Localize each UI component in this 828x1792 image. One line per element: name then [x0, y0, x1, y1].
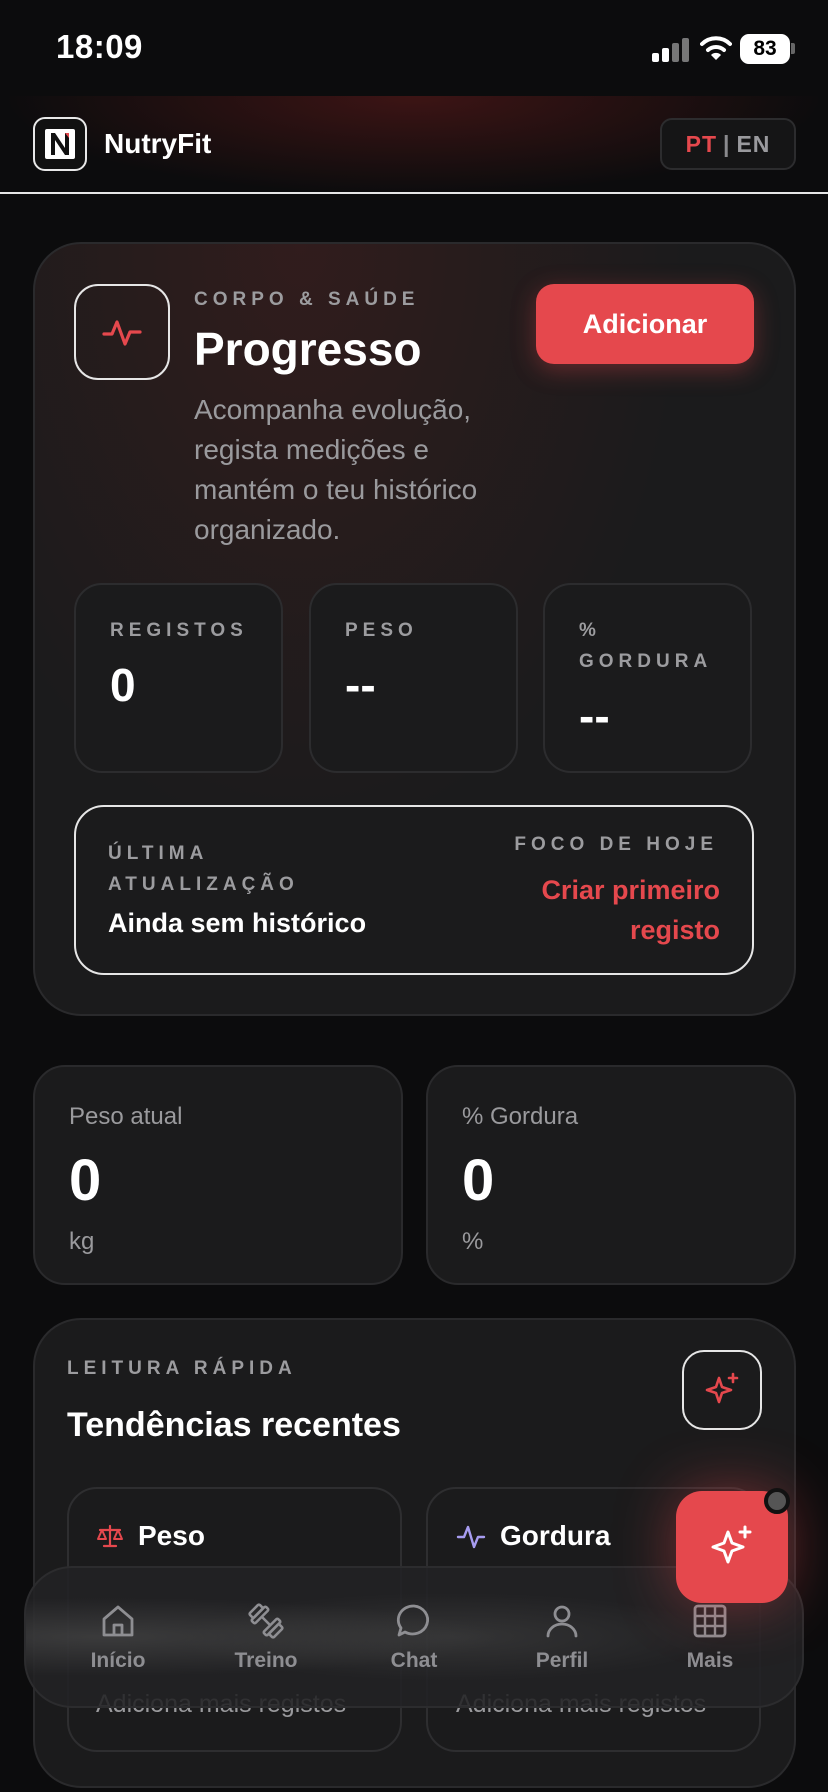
app-name: NutryFit — [104, 128, 212, 159]
nav-item-mais[interactable]: Mais — [640, 1601, 780, 1673]
nav-label: Treino — [234, 1649, 298, 1672]
lang-separator: | — [723, 130, 731, 157]
activity-icon — [102, 320, 142, 346]
grid-icon — [693, 1604, 727, 1638]
trend-head-gordura: Gordura — [456, 1520, 610, 1552]
signal-icon — [652, 38, 690, 62]
hero-overline: CORPO & SAÚDE — [194, 289, 420, 310]
nav-item-inicio[interactable]: Início — [48, 1601, 188, 1673]
trend-head-peso: Peso — [96, 1520, 205, 1552]
stat-registos: REGISTOS 0 — [74, 583, 283, 773]
trends-overline: LEITURA RÁPIDA — [67, 1358, 297, 1379]
stat-value: -- — [579, 690, 610, 742]
metric-card-peso[interactable]: Peso atual 0 kg — [33, 1065, 403, 1285]
wifi-icon — [700, 36, 732, 60]
nav-item-chat[interactable]: Chat — [344, 1601, 484, 1673]
nav-label: Chat — [390, 1649, 438, 1672]
notification-dot — [764, 1488, 790, 1514]
lang-en[interactable]: EN — [736, 131, 770, 158]
stat-peso: PESO -- — [309, 583, 518, 773]
stat-label: % GORDURA — [579, 620, 713, 672]
header-divider — [0, 192, 828, 194]
status-time: 18:09 — [56, 28, 143, 65]
user-icon — [546, 1605, 578, 1638]
stat-value: 0 — [110, 659, 136, 711]
app-logo[interactable] — [33, 117, 87, 171]
stat-gordura: % GORDURA -- — [543, 583, 752, 773]
trend-title: Peso — [138, 1520, 205, 1551]
metric-card-gordura[interactable]: % Gordura 0 % — [426, 1065, 796, 1285]
trend-title: Gordura — [500, 1520, 611, 1551]
activity-icon — [456, 1525, 486, 1549]
activity-icon-badge — [74, 284, 170, 380]
nav-label: Mais — [686, 1649, 734, 1672]
trends-title: Tendências recentes — [67, 1406, 401, 1444]
dumbbell-icon — [248, 1603, 284, 1639]
language-toggle[interactable]: PT | EN — [660, 118, 796, 170]
sparkle-icon — [705, 1372, 739, 1404]
hero-description: Acompanha evolução, regista medições e m… — [194, 394, 478, 545]
home-icon — [102, 1605, 134, 1637]
metric-unit: % — [462, 1228, 484, 1255]
sparkle-icon — [711, 1525, 752, 1564]
page-title: Progresso — [194, 323, 422, 375]
metric-unit: kg — [69, 1228, 95, 1255]
nav-label: Perfil — [535, 1649, 589, 1672]
stat-label: PESO — [345, 620, 418, 641]
nav-item-treino[interactable]: Treino — [196, 1601, 336, 1673]
focus-link[interactable]: Criar primeiro registo — [480, 870, 720, 950]
metric-value: 0 — [69, 1148, 102, 1213]
add-button[interactable]: Adicionar — [536, 284, 754, 364]
last-update-label: ÚLTIMA ATUALIZAÇÃO — [108, 843, 299, 895]
battery-icon: 83 — [740, 34, 790, 64]
nav-item-perfil[interactable]: Perfil — [492, 1601, 632, 1673]
insights-button[interactable] — [682, 1350, 762, 1430]
logo-n-icon — [45, 129, 75, 159]
metric-label: Peso atual — [69, 1103, 183, 1130]
metric-label: % Gordura — [462, 1103, 579, 1130]
last-update-value: Ainda sem histórico — [108, 908, 367, 938]
nav-label: Início — [90, 1649, 146, 1672]
scale-icon — [97, 1524, 123, 1548]
focus-label: FOCO DE HOJE — [514, 834, 718, 855]
stat-label: REGISTOS — [110, 620, 248, 641]
stat-value: -- — [345, 659, 376, 711]
battery-tip — [791, 43, 795, 54]
metric-value: 0 — [462, 1148, 495, 1213]
lang-pt[interactable]: PT — [686, 131, 717, 158]
chat-icon — [396, 1604, 430, 1637]
